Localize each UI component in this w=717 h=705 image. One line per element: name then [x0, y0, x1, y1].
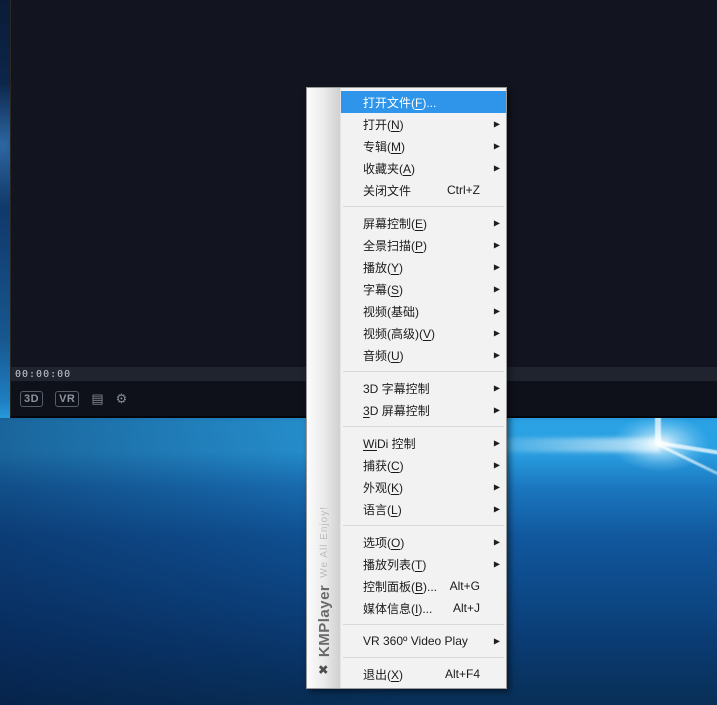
- playlist-icon[interactable]: ▤: [91, 392, 103, 406]
- submenu-arrow-icon: ▶: [494, 483, 500, 492]
- menu-item-widi-control[interactable]: WiDi 控制 ▶: [341, 432, 506, 454]
- brand-slogan: We All Enjoy!: [319, 506, 330, 578]
- menu-item-language[interactable]: 语言(L) ▶: [341, 498, 506, 520]
- menu-item-list: 打开文件(F)... 打开(N) ▶ 专辑(M) ▶ 收藏夹(A) ▶ 关闭文件 Ctrl+Z 屏…: [341, 88, 506, 688]
- submenu-arrow-icon: ▶: [494, 164, 500, 173]
- submenu-arrow-icon: ▶: [494, 329, 500, 338]
- menu-separator: [343, 525, 504, 526]
- menu-separator: [343, 206, 504, 207]
- menu-item-pan-scan[interactable]: 全景扫描(P) ▶: [341, 234, 506, 256]
- menu-item-label: 屏幕控制(E): [363, 215, 427, 232]
- submenu-arrow-icon: ▶: [494, 637, 500, 646]
- menu-item-play[interactable]: 播放(Y) ▶: [341, 256, 506, 278]
- menu-brand-banner-text: ✖ KMPlayer We All Enjoy!: [307, 358, 341, 688]
- submenu-arrow-icon: ▶: [494, 560, 500, 569]
- submenu-arrow-icon: ▶: [494, 120, 500, 129]
- gear-icon[interactable]: ⚙: [116, 392, 128, 406]
- menu-item-exit[interactable]: 退出(X) Alt+F4: [341, 663, 506, 685]
- menu-item-vr-360-video-play[interactable]: VR 360º Video Play ▶: [341, 630, 506, 652]
- menu-item-label: 退出(X): [363, 666, 403, 683]
- menu-item-subtitles[interactable]: 字幕(S) ▶: [341, 278, 506, 300]
- menu-item-favorites[interactable]: 收藏夹(A) ▶: [341, 157, 506, 179]
- menu-item-skins[interactable]: 外观(K) ▶: [341, 476, 506, 498]
- menu-item-label: 音频(U): [363, 347, 404, 364]
- menu-item-capture[interactable]: 捕获(C) ▶: [341, 454, 506, 476]
- submenu-arrow-icon: ▶: [494, 219, 500, 228]
- submenu-arrow-icon: ▶: [494, 241, 500, 250]
- menu-item-label: 字幕(S): [363, 281, 403, 298]
- menu-item-label: 收藏夹(A): [363, 160, 415, 177]
- playback-time: 00:00:00: [11, 369, 71, 380]
- menu-item-label: WiDi 控制: [363, 435, 416, 452]
- menu-item-shortcut: Alt+J: [453, 601, 480, 615]
- menu-item-label: VR 360º Video Play: [363, 634, 468, 648]
- submenu-arrow-icon: ▶: [494, 285, 500, 294]
- menu-item-label: 播放(Y): [363, 259, 403, 276]
- submenu-arrow-icon: ▶: [494, 351, 500, 360]
- brand-name: KMPlayer: [316, 585, 333, 657]
- menu-item-label: 视频(基础): [363, 303, 419, 320]
- menu-item-label: 全景扫描(P): [363, 237, 427, 254]
- menu-separator: [343, 371, 504, 372]
- menu-item-video-advanced[interactable]: 视频(高级)(V) ▶: [341, 322, 506, 344]
- menu-item-album[interactable]: 专辑(M) ▶: [341, 135, 506, 157]
- menu-item-media-info[interactable]: 媒体信息(I)... Alt+J: [341, 597, 506, 619]
- menu-brand-banner: ✖ KMPlayer We All Enjoy!: [307, 88, 341, 688]
- menu-separator: [343, 624, 504, 625]
- menu-item-label: 打开(N): [363, 116, 404, 133]
- menu-separator: [343, 426, 504, 427]
- menu-item-shortcut: Alt+G: [450, 579, 480, 593]
- submenu-arrow-icon: ▶: [494, 461, 500, 470]
- menu-item-label: 控制面板(B)...: [363, 578, 437, 595]
- menu-item-label: 播放列表(T): [363, 556, 426, 573]
- menu-item-label: 外观(K): [363, 479, 403, 496]
- submenu-arrow-icon: ▶: [494, 384, 500, 393]
- submenu-arrow-icon: ▶: [494, 538, 500, 547]
- 3d-mode-button[interactable]: 3D: [20, 391, 43, 407]
- submenu-arrow-icon: ▶: [494, 406, 500, 415]
- menu-item-label: 3D 屏幕控制: [363, 402, 430, 419]
- menu-item-label: 专辑(M): [363, 138, 405, 155]
- menu-item-label: 关闭文件: [363, 182, 411, 199]
- menu-item-playlist[interactable]: 播放列表(T) ▶: [341, 553, 506, 575]
- menu-item-label: 媒体信息(I)...: [363, 600, 432, 617]
- menu-item-control-panel[interactable]: 控制面板(B)... Alt+G: [341, 575, 506, 597]
- menu-item-screen-control[interactable]: 屏幕控制(E) ▶: [341, 212, 506, 234]
- menu-item-label: 语言(L): [363, 501, 402, 518]
- submenu-arrow-icon: ▶: [494, 505, 500, 514]
- menu-item-close-file[interactable]: 关闭文件 Ctrl+Z: [341, 179, 506, 201]
- menu-item-open[interactable]: 打开(N) ▶: [341, 113, 506, 135]
- menu-item-label: 选项(O): [363, 534, 404, 551]
- kmplayer-logo-icon: ✖: [316, 664, 332, 675]
- menu-item-options[interactable]: 选项(O) ▶: [341, 531, 506, 553]
- menu-separator: [343, 657, 504, 658]
- menu-item-audio[interactable]: 音频(U) ▶: [341, 344, 506, 366]
- menu-item-label: 视频(高级)(V): [363, 325, 435, 342]
- menu-item-label: 3D 字幕控制: [363, 380, 430, 397]
- vr-mode-button[interactable]: VR: [55, 391, 79, 407]
- menu-item-open-file[interactable]: 打开文件(F)...: [341, 91, 506, 113]
- menu-item-video-basic[interactable]: 视频(基础) ▶: [341, 300, 506, 322]
- menu-item-label: 打开文件(F)...: [363, 94, 436, 111]
- submenu-arrow-icon: ▶: [494, 142, 500, 151]
- menu-item-3d-screen-control[interactable]: 3D 屏幕控制 ▶: [341, 399, 506, 421]
- context-menu: ✖ KMPlayer We All Enjoy! 打开文件(F)... 打开(N)…: [306, 87, 507, 689]
- submenu-arrow-icon: ▶: [494, 307, 500, 316]
- menu-item-label: 捕获(C): [363, 457, 404, 474]
- menu-item-shortcut: Ctrl+Z: [447, 183, 480, 197]
- submenu-arrow-icon: ▶: [494, 439, 500, 448]
- submenu-arrow-icon: ▶: [494, 263, 500, 272]
- menu-item-shortcut: Alt+F4: [445, 667, 480, 681]
- menu-item-3d-subtitle-control[interactable]: 3D 字幕控制 ▶: [341, 377, 506, 399]
